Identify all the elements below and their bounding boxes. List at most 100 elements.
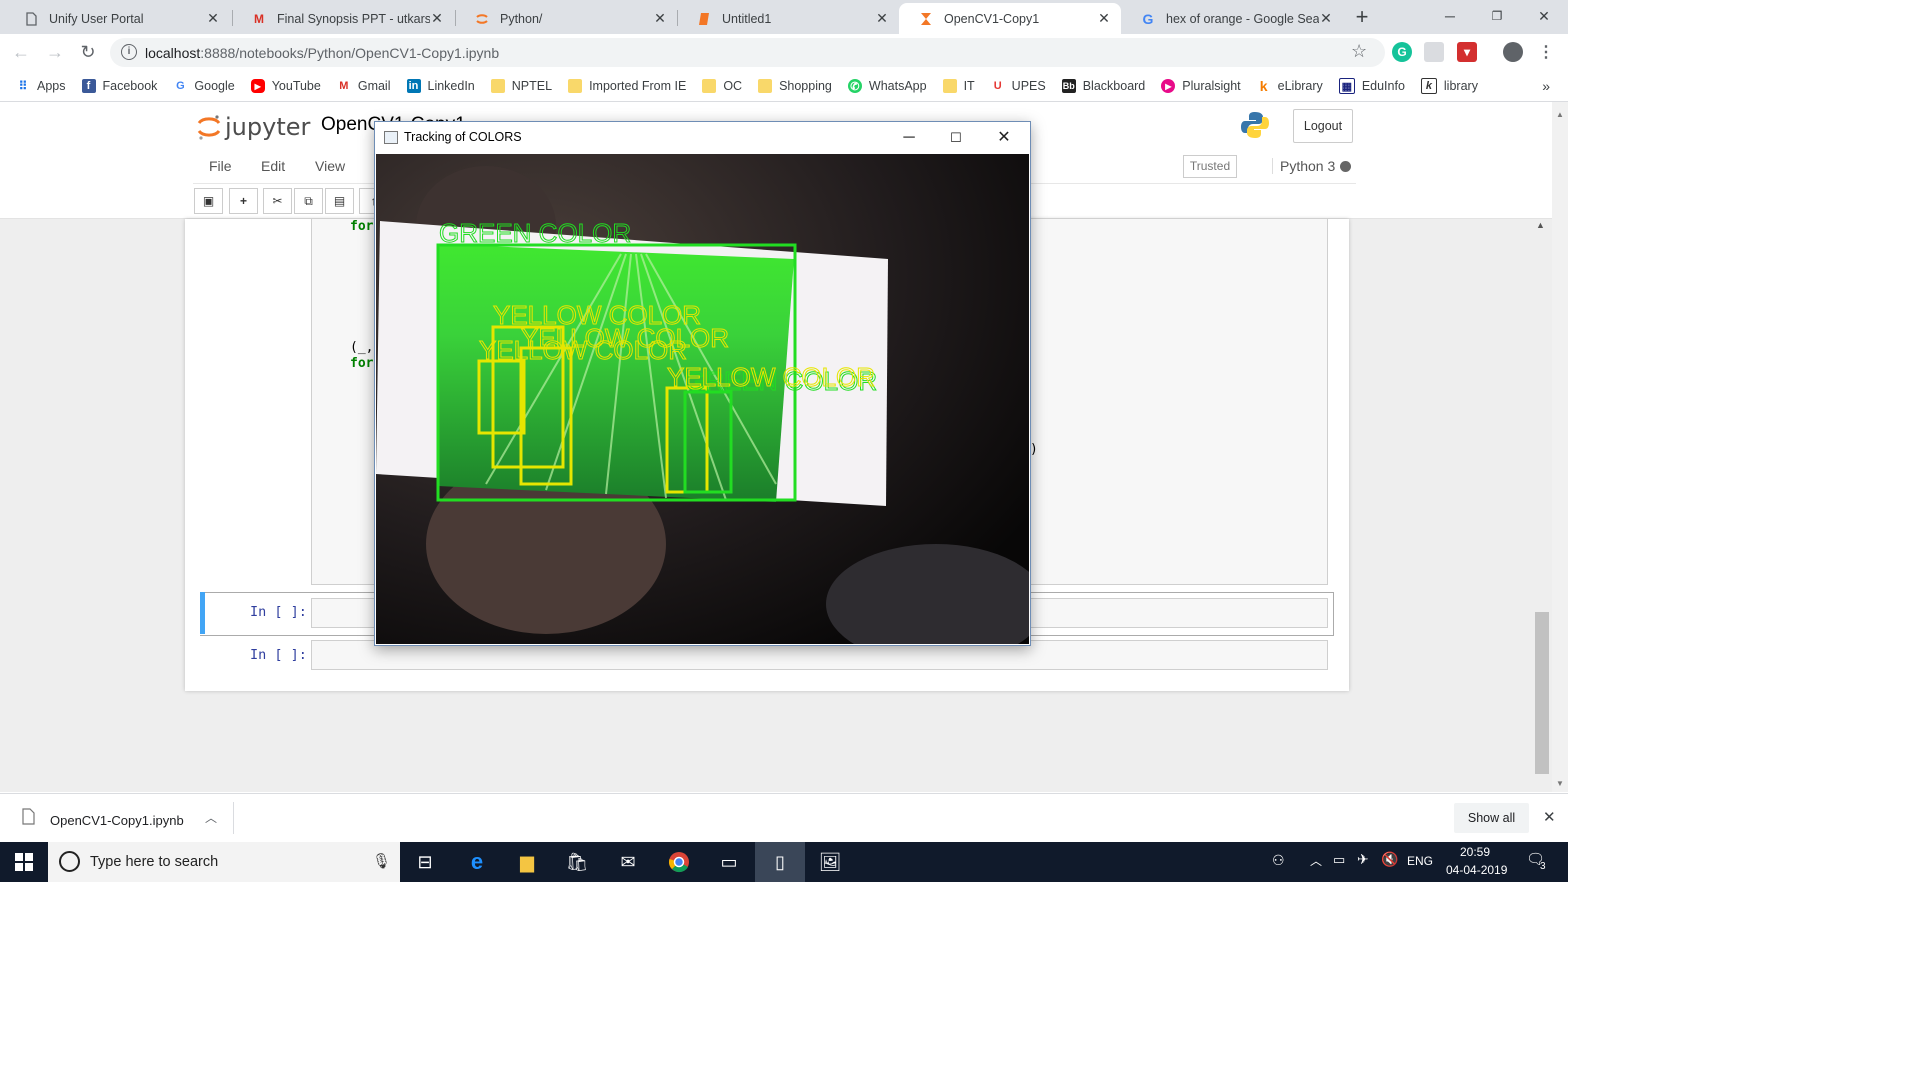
- bookmark-label: Gmail: [357, 79, 391, 93]
- browser-toolbar: ← → ↻ i localhost:8888/notebooks/Python/…: [0, 34, 1568, 71]
- close-tab-icon[interactable]: ✕: [653, 10, 667, 27]
- bookmark-it[interactable]: IT: [942, 79, 975, 93]
- photos-icon[interactable]: 🖼: [805, 842, 855, 882]
- insert-cell-icon[interactable]: +: [229, 188, 258, 214]
- save-icon[interactable]: ▣: [194, 188, 223, 214]
- minimize-icon[interactable]: ─: [886, 124, 932, 152]
- menu-kebab-icon[interactable]: ⋮: [1538, 42, 1554, 62]
- bookmark-imported-from-ie[interactable]: Imported From IE: [568, 79, 686, 93]
- bookmark-upes[interactable]: U UPES: [991, 79, 1046, 93]
- tab-title: Untitled1: [722, 11, 772, 26]
- cut-icon[interactable]: ✂: [263, 188, 292, 214]
- airplane-mode-icon[interactable]: ✈: [1357, 851, 1369, 868]
- tab-unify-user-portal[interactable]: Unify User Portal ✕: [4, 3, 230, 34]
- people-icon[interactable]: ⚇: [1272, 852, 1285, 869]
- volume-muted-icon[interactable]: 🔇: [1381, 851, 1398, 868]
- close-tab-icon[interactable]: ✕: [875, 10, 889, 27]
- bookmark-linkedin[interactable]: in LinkedIn: [406, 79, 475, 93]
- tab-python-folder[interactable]: Python/ ✕: [455, 3, 677, 34]
- task-view-icon[interactable]: ⊟: [400, 842, 450, 882]
- chevron-up-icon[interactable]: ︿: [1310, 852, 1322, 869]
- bookmark-youtube[interactable]: ▶ YouTube: [250, 79, 321, 93]
- pocket-icon[interactable]: ▾: [1457, 42, 1477, 62]
- language-indicator[interactable]: ENG: [1407, 854, 1433, 868]
- back-arrow-icon[interactable]: ←: [6, 34, 36, 71]
- bookmark-elibrary[interactable]: k eLibrary: [1257, 78, 1323, 94]
- cell-prompt: In [ ]:: [250, 604, 307, 620]
- webcam-frame: GREEN COLOR YELLOW COLOR YELLOW COLOR YE…: [376, 154, 1029, 644]
- opencv-window[interactable]: Tracking of COLORS ─ ☐ ✕ GREEN COLOR YEL…: [374, 121, 1031, 646]
- close-shelf-icon[interactable]: ✕: [1543, 808, 1556, 826]
- bookmark-gmail[interactable]: M Gmail: [337, 79, 391, 93]
- battery-icon[interactable]: ▭: [1333, 852, 1345, 868]
- profile-avatar-icon[interactable]: [1503, 42, 1523, 62]
- menu-edit[interactable]: Edit: [261, 158, 285, 174]
- close-tab-icon[interactable]: ✕: [430, 10, 444, 27]
- chrome-icon[interactable]: [654, 842, 704, 882]
- microphone-icon[interactable]: 🎙: [372, 852, 391, 870]
- mail-icon[interactable]: ✉: [603, 842, 653, 882]
- more-bookmarks-button[interactable]: »: [1542, 78, 1550, 94]
- reload-icon[interactable]: ↻: [73, 34, 103, 71]
- window-close-icon[interactable]: ✕: [1521, 4, 1567, 28]
- jupyter-logo[interactable]: jupyter: [196, 112, 310, 142]
- close-tab-icon[interactable]: ✕: [1319, 10, 1333, 27]
- eduinfo-icon: ▦: [1338, 78, 1355, 94]
- scrollbar-up-icon[interactable]: ▲: [1556, 110, 1564, 119]
- tab-final-synopsis[interactable]: M Final Synopsis PPT - utkarsha ✕: [232, 3, 454, 34]
- bookmark-blackboard[interactable]: Bb Blackboard: [1061, 79, 1145, 93]
- terminal-icon[interactable]: ▭: [704, 842, 754, 882]
- bookmark-library[interactable]: k library: [1420, 78, 1478, 94]
- bookmark-nptel[interactable]: NPTEL: [490, 79, 552, 93]
- chevron-up-icon[interactable]: ︿: [205, 809, 217, 826]
- bookmark-eduinfo[interactable]: ▦ EduInfo: [1338, 78, 1405, 94]
- store-icon[interactable]: 🛍: [552, 842, 602, 882]
- facebook-icon: f: [81, 79, 96, 93]
- scrollbar-down-icon[interactable]: ▼: [1556, 779, 1564, 788]
- copy-icon[interactable]: ⧉: [294, 188, 323, 214]
- close-tab-icon[interactable]: ✕: [206, 10, 220, 27]
- trusted-badge[interactable]: Trusted: [1183, 155, 1237, 178]
- download-file-name[interactable]: OpenCV1-Copy1.ipynb: [50, 813, 184, 828]
- info-icon[interactable]: i: [121, 44, 137, 60]
- tab-opencv1-copy1[interactable]: OpenCV1-Copy1 ✕: [899, 3, 1121, 34]
- address-bar[interactable]: i localhost:8888/notebooks/Python/OpenCV…: [110, 38, 1385, 67]
- bookmark-apps[interactable]: ⠿ Apps: [16, 79, 66, 93]
- file-explorer-icon[interactable]: ▆: [502, 842, 552, 882]
- document-app-icon[interactable]: ▯: [755, 842, 805, 882]
- scrollbar-thumb[interactable]: [1535, 612, 1549, 774]
- bookmark-label: YouTube: [271, 79, 321, 93]
- logout-button[interactable]: Logout: [1293, 109, 1353, 143]
- extension-icon[interactable]: [1424, 42, 1444, 62]
- clock-date[interactable]: 04-04-2019: [1446, 863, 1507, 877]
- page-scrollbar[interactable]: [1552, 102, 1568, 792]
- tab-title: OpenCV1-Copy1: [944, 11, 1040, 26]
- forward-arrow-icon[interactable]: →: [40, 34, 70, 71]
- bookmark-pluralsight[interactable]: ▶ Pluralsight: [1161, 79, 1241, 93]
- clock-time[interactable]: 20:59: [1460, 845, 1490, 859]
- paste-icon[interactable]: ▤: [325, 188, 354, 214]
- opencv-window-titlebar[interactable]: Tracking of COLORS ─ ☐ ✕: [375, 122, 1030, 153]
- new-tab-button[interactable]: +: [1348, 6, 1376, 30]
- menu-view[interactable]: View: [315, 158, 345, 174]
- close-tab-icon[interactable]: ✕: [1097, 10, 1111, 27]
- show-all-button[interactable]: Show all: [1454, 803, 1529, 833]
- bookmark-google[interactable]: G Google: [173, 79, 235, 93]
- menu-file[interactable]: File: [209, 158, 232, 174]
- tab-untitled1[interactable]: Untitled1 ✕: [677, 3, 899, 34]
- edge-icon[interactable]: e: [452, 842, 502, 882]
- window-close-icon[interactable]: ✕: [981, 124, 1027, 152]
- upes-icon: U: [993, 80, 1002, 92]
- grammarly-icon[interactable]: G: [1392, 42, 1412, 62]
- scroll-up-arrow-icon[interactable]: ▲: [1536, 220, 1545, 230]
- windows-start-icon[interactable]: [15, 853, 33, 874]
- maximize-icon[interactable]: ☐: [933, 124, 979, 152]
- bookmark-facebook[interactable]: f Facebook: [81, 79, 157, 93]
- bookmark-shopping[interactable]: Shopping: [758, 79, 832, 93]
- restore-icon[interactable]: ❐: [1474, 4, 1520, 28]
- bookmark-star-icon[interactable]: ☆: [1351, 41, 1367, 62]
- bookmark-oc[interactable]: OC: [702, 79, 742, 93]
- tab-google-search[interactable]: G hex of orange - Google Search ✕: [1121, 3, 1343, 34]
- bookmark-whatsapp[interactable]: ✆ WhatsApp: [847, 79, 927, 93]
- minimize-icon[interactable]: ─: [1427, 4, 1473, 28]
